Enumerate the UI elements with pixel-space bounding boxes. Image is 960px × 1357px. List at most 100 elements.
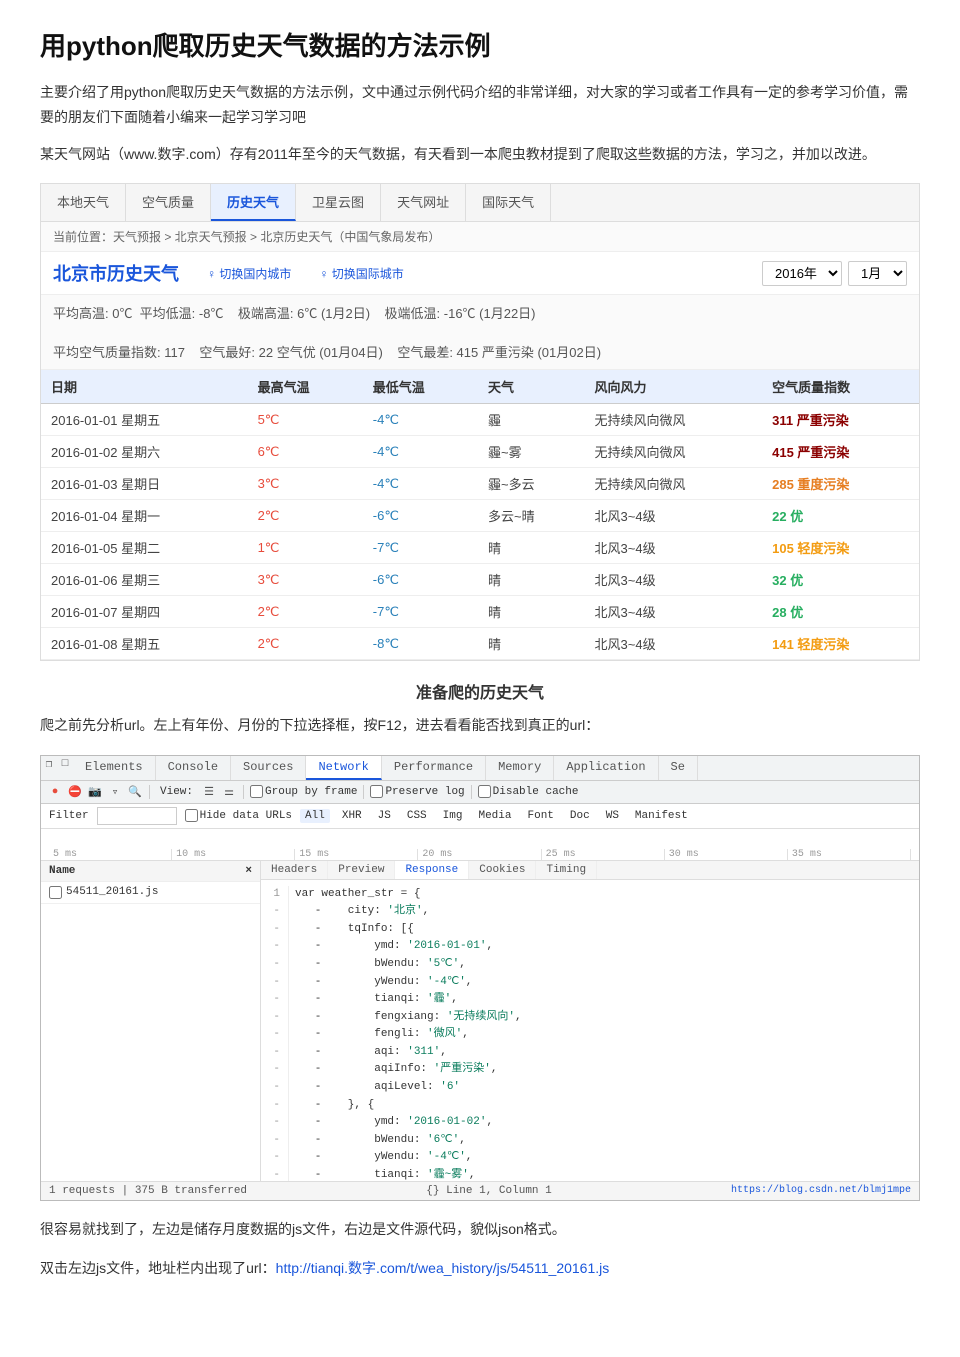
ws-filter-btn[interactable]: WS — [602, 809, 623, 823]
tab-intl-weather[interactable]: 国际天气 — [466, 184, 551, 221]
disable-cache-checkbox[interactable] — [478, 785, 491, 798]
img-filter-btn[interactable]: Img — [439, 809, 467, 823]
media-filter-btn[interactable]: Media — [474, 809, 515, 823]
dt-tab-application[interactable]: Application — [554, 756, 658, 780]
group-by-frame-label[interactable]: Group by frame — [250, 785, 357, 798]
code-line: - - bWendu: '6℃', — [261, 1132, 919, 1150]
devtools-tabs: ❐ □ Elements Console Sources Network Per… — [41, 756, 919, 781]
city-header: 北京市历史天气 切换国内城市 切换国际城市 2016年 1月 — [41, 252, 919, 295]
switch-domestic[interactable]: 切换国内城市 — [207, 265, 291, 282]
dt-tab-sources[interactable]: Sources — [231, 756, 306, 780]
clear-icon[interactable]: ⛔ — [67, 784, 83, 800]
tab-history-weather[interactable]: 历史天气 — [211, 184, 296, 221]
camera-icon[interactable]: 📷 — [87, 784, 103, 800]
switch-international[interactable]: 切换国际城市 — [319, 265, 403, 282]
col-weather: 天气 — [478, 370, 585, 404]
dt-right-tab-preview[interactable]: Preview — [328, 861, 395, 879]
tab-local-weather[interactable]: 本地天气 — [41, 184, 126, 221]
file-row-js[interactable]: 54511_20161.js — [41, 882, 260, 904]
code-line: - - aqiInfo: '严重污染', — [261, 1061, 919, 1079]
manifest-filter-btn[interactable]: Manifest — [631, 809, 692, 823]
table-row: 2016-01-07 星期四2℃-7℃晴北风3~4级28 优 — [41, 596, 919, 628]
file-checkbox[interactable] — [49, 886, 62, 899]
search-icon[interactable]: 🔍 — [127, 784, 143, 800]
devtools-panel: ❐ □ Elements Console Sources Network Per… — [40, 755, 920, 1201]
view-grid-icon[interactable]: ⚌ — [221, 784, 237, 800]
dt-right-tab-response[interactable]: Response — [395, 861, 469, 879]
table-row: 2016-01-08 星期五2℃-8℃晴北风3~4级141 轻度污染 — [41, 628, 919, 660]
dt-tab-se[interactable]: Se — [659, 756, 698, 780]
status-requests: 1 requests | 375 B transferred — [49, 1185, 247, 1197]
toolbar-divider-4 — [471, 785, 472, 799]
code-line: - - aqiLevel: '6' — [261, 1079, 919, 1097]
dt-tab-elements[interactable]: Elements — [73, 756, 156, 780]
group-by-frame-checkbox[interactable] — [250, 785, 263, 798]
dt-right-tabs: Headers Preview Response Cookies Timing — [261, 861, 919, 880]
css-filter-btn[interactable]: CSS — [403, 809, 431, 823]
dt-tab-performance[interactable]: Performance — [382, 756, 486, 780]
filter-input[interactable] — [97, 807, 177, 825]
doc-filter-btn[interactable]: Doc — [566, 809, 594, 823]
table-row: 2016-01-06 星期三3℃-6℃晴北风3~4级32 优 — [41, 564, 919, 596]
xhr-filter-btn[interactable]: XHR — [338, 809, 366, 823]
dt-right-tab-headers[interactable]: Headers — [261, 861, 328, 879]
toolbar-divider-3 — [363, 785, 364, 799]
dt-right-tab-cookies[interactable]: Cookies — [469, 861, 536, 879]
col-aqi: 空气质量指数 — [762, 370, 919, 404]
code-line: - - yWendu: '-4℃', — [261, 1149, 919, 1167]
code-line: - - ymd: '2016-01-02', — [261, 1114, 919, 1132]
tab-weather-sites[interactable]: 天气网址 — [381, 184, 466, 221]
table-row: 2016-01-03 星期日3℃-4℃霾~多云无持续风向微风285 重度污染 — [41, 468, 919, 500]
close-col-header: × — [245, 865, 252, 877]
devtools-status-bar: 1 requests | 375 B transferred {} Line 1… — [41, 1181, 919, 1200]
preserve-log-checkbox[interactable] — [370, 785, 383, 798]
code-line: - - fengli: '微风', — [261, 1026, 919, 1044]
dt-file-list: Name × 54511_20161.js — [41, 861, 261, 1181]
code-line: - - tianqi: '霾~雾', — [261, 1167, 919, 1181]
devtools-cursor-icon[interactable]: ❐ — [41, 756, 57, 772]
dt-tab-network[interactable]: Network — [306, 756, 381, 780]
font-filter-btn[interactable]: Font — [524, 809, 558, 823]
tab-air-quality[interactable]: 空气质量 — [126, 184, 211, 221]
all-filter-btn[interactable]: All — [300, 809, 330, 823]
timeline-30ms: 30 ms — [665, 849, 788, 860]
file-name: 54511_20161.js — [66, 886, 158, 898]
month-select[interactable]: 1月 — [848, 261, 907, 286]
record-icon[interactable]: ● — [47, 784, 63, 800]
timeline: 5 ms 10 ms 15 ms 20 ms 25 ms 30 ms 35 ms — [41, 829, 919, 861]
devtools-box-icon[interactable]: □ — [57, 756, 73, 772]
toolbar-divider-1 — [149, 785, 150, 799]
col-wind: 风向风力 — [585, 370, 763, 404]
view-list-icon[interactable]: ☰ — [201, 784, 217, 800]
status-url: https://blog.csdn.net/blmj1mpe — [731, 1185, 911, 1197]
filter-label: Filter — [49, 810, 89, 822]
timeline-15ms: 15 ms — [295, 849, 418, 860]
dt-right-tab-timing[interactable]: Timing — [536, 861, 597, 879]
footer-para-2: 双击左边js文件，地址栏内出现了url：http://tianqi.数字.com… — [40, 1256, 920, 1281]
table-row: 2016-01-02 星期六6℃-4℃霾~雾无持续风向微风415 严重污染 — [41, 436, 919, 468]
js-filter-btn[interactable]: JS — [374, 809, 395, 823]
weather-widget: 本地天气 空气质量 历史天气 卫星云图 天气网址 国际天气 当前位置：天气预报 … — [40, 183, 920, 661]
stat-avg-temp: 平均高温: 0℃ 平均低温: -8℃ 极端高温: 6℃ (1月2日) 极端低温:… — [53, 303, 536, 322]
hide-data-urls-label[interactable]: Hide data URLs — [185, 809, 292, 822]
preserve-log-label[interactable]: Preserve log — [370, 785, 464, 798]
code-line: - - }, { — [261, 1097, 919, 1115]
code-line: - - bWendu: '5℃', — [261, 956, 919, 974]
section-heading: 准备爬的历史天气 — [40, 679, 920, 703]
filter-bar: Filter Hide data URLs All XHR JS CSS Img… — [41, 804, 919, 829]
hide-data-urls-checkbox[interactable] — [185, 809, 198, 822]
code-line: - - ymd: '2016-01-01', — [261, 938, 919, 956]
timeline-35ms: 35 ms — [788, 849, 911, 860]
col-date: 日期 — [41, 370, 248, 404]
dt-tab-memory[interactable]: Memory — [486, 756, 554, 780]
dt-tab-console[interactable]: Console — [156, 756, 231, 780]
disable-cache-label[interactable]: Disable cache — [478, 785, 579, 798]
table-row: 2016-01-01 星期五5℃-4℃霾无持续风向微风311 严重污染 — [41, 404, 919, 436]
tab-satellite[interactable]: 卫星云图 — [296, 184, 381, 221]
col-high: 最高气温 — [248, 370, 363, 404]
devtools-content: Name × 54511_20161.js Headers Preview Re… — [41, 861, 919, 1181]
year-select[interactable]: 2016年 — [762, 261, 842, 286]
code-line: - - city: '北京', — [261, 903, 919, 921]
section-desc: 爬之前先分析url。左上有年份、月份的下拉选择框，按F12，进去看看能否找到真正… — [40, 713, 920, 738]
filter-icon[interactable]: ▿ — [107, 784, 123, 800]
